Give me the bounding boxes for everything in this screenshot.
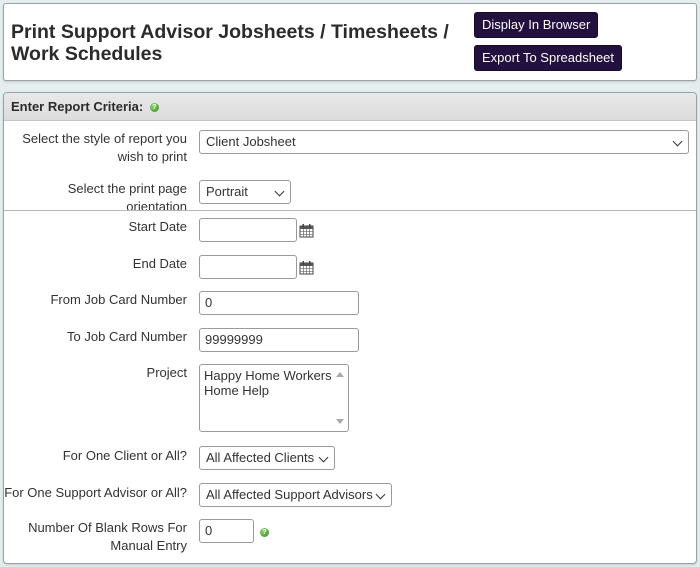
end-date-input[interactable] [199,255,297,279]
project-option[interactable]: Home Help [201,383,332,398]
header-panel: Print Support Advisor Jobsheets / Timesh… [3,3,697,81]
orientation-select[interactable]: Portrait [199,180,291,204]
help-icon[interactable]: ? [260,528,269,537]
blank-rows-label: Number Of Blank Rows For Manual Entry [28,520,187,553]
project-listbox[interactable]: Happy Home Workers Home Help [199,364,349,432]
help-icon[interactable]: ? [149,103,159,113]
report-style-value: Client Jobsheet [206,134,296,149]
page-title: Print Support Advisor Jobsheets / Timesh… [11,21,449,65]
end-date-label: End Date [132,256,187,271]
client-value: All Affected Clients [206,450,315,465]
section-divider [4,210,696,211]
project-option[interactable]: Happy Home Workers [201,368,332,383]
panel-header: Enter Report Criteria: ? [4,93,696,121]
calendar-icon[interactable] [299,223,314,238]
scroll-up-icon[interactable] [336,372,344,377]
advisor-select[interactable]: All Affected Support Advisors [199,483,392,507]
chevron-down-icon [375,489,386,500]
blank-rows-input[interactable]: 0 [199,519,254,543]
export-to-spreadsheet-button[interactable]: Export To Spreadsheet [474,45,623,71]
report-criteria-panel: Enter Report Criteria: ? Select the styl… [3,92,697,564]
advisor-value: All Affected Support Advisors [206,487,373,502]
to-job-input[interactable]: 99999999 [199,328,359,352]
calendar-icon[interactable] [299,260,314,275]
from-job-input[interactable]: 0 [199,291,359,315]
scroll-down-icon[interactable] [336,419,344,424]
report-style-label: Select the style of report you wish to p… [22,131,187,164]
project-label: Project [146,365,187,380]
panel-title: Enter Report Criteria: [11,99,144,114]
client-select[interactable]: All Affected Clients [199,446,335,470]
client-label: For One Client or All? [62,448,187,463]
report-style-select[interactable]: Client Jobsheet [199,130,689,154]
advisor-label: For One Support Advisor or All? [4,485,187,500]
chevron-down-icon [318,452,329,463]
orientation-value: Portrait [206,184,248,199]
from-job-label: From Job Card Number [50,292,187,307]
chevron-down-icon [274,186,285,197]
start-date-input[interactable] [199,218,297,242]
start-date-label: Start Date [128,219,187,234]
chevron-down-icon [672,136,683,147]
to-job-label: To Job Card Number [67,329,187,344]
display-in-browser-button[interactable]: Display In Browser [474,12,599,38]
